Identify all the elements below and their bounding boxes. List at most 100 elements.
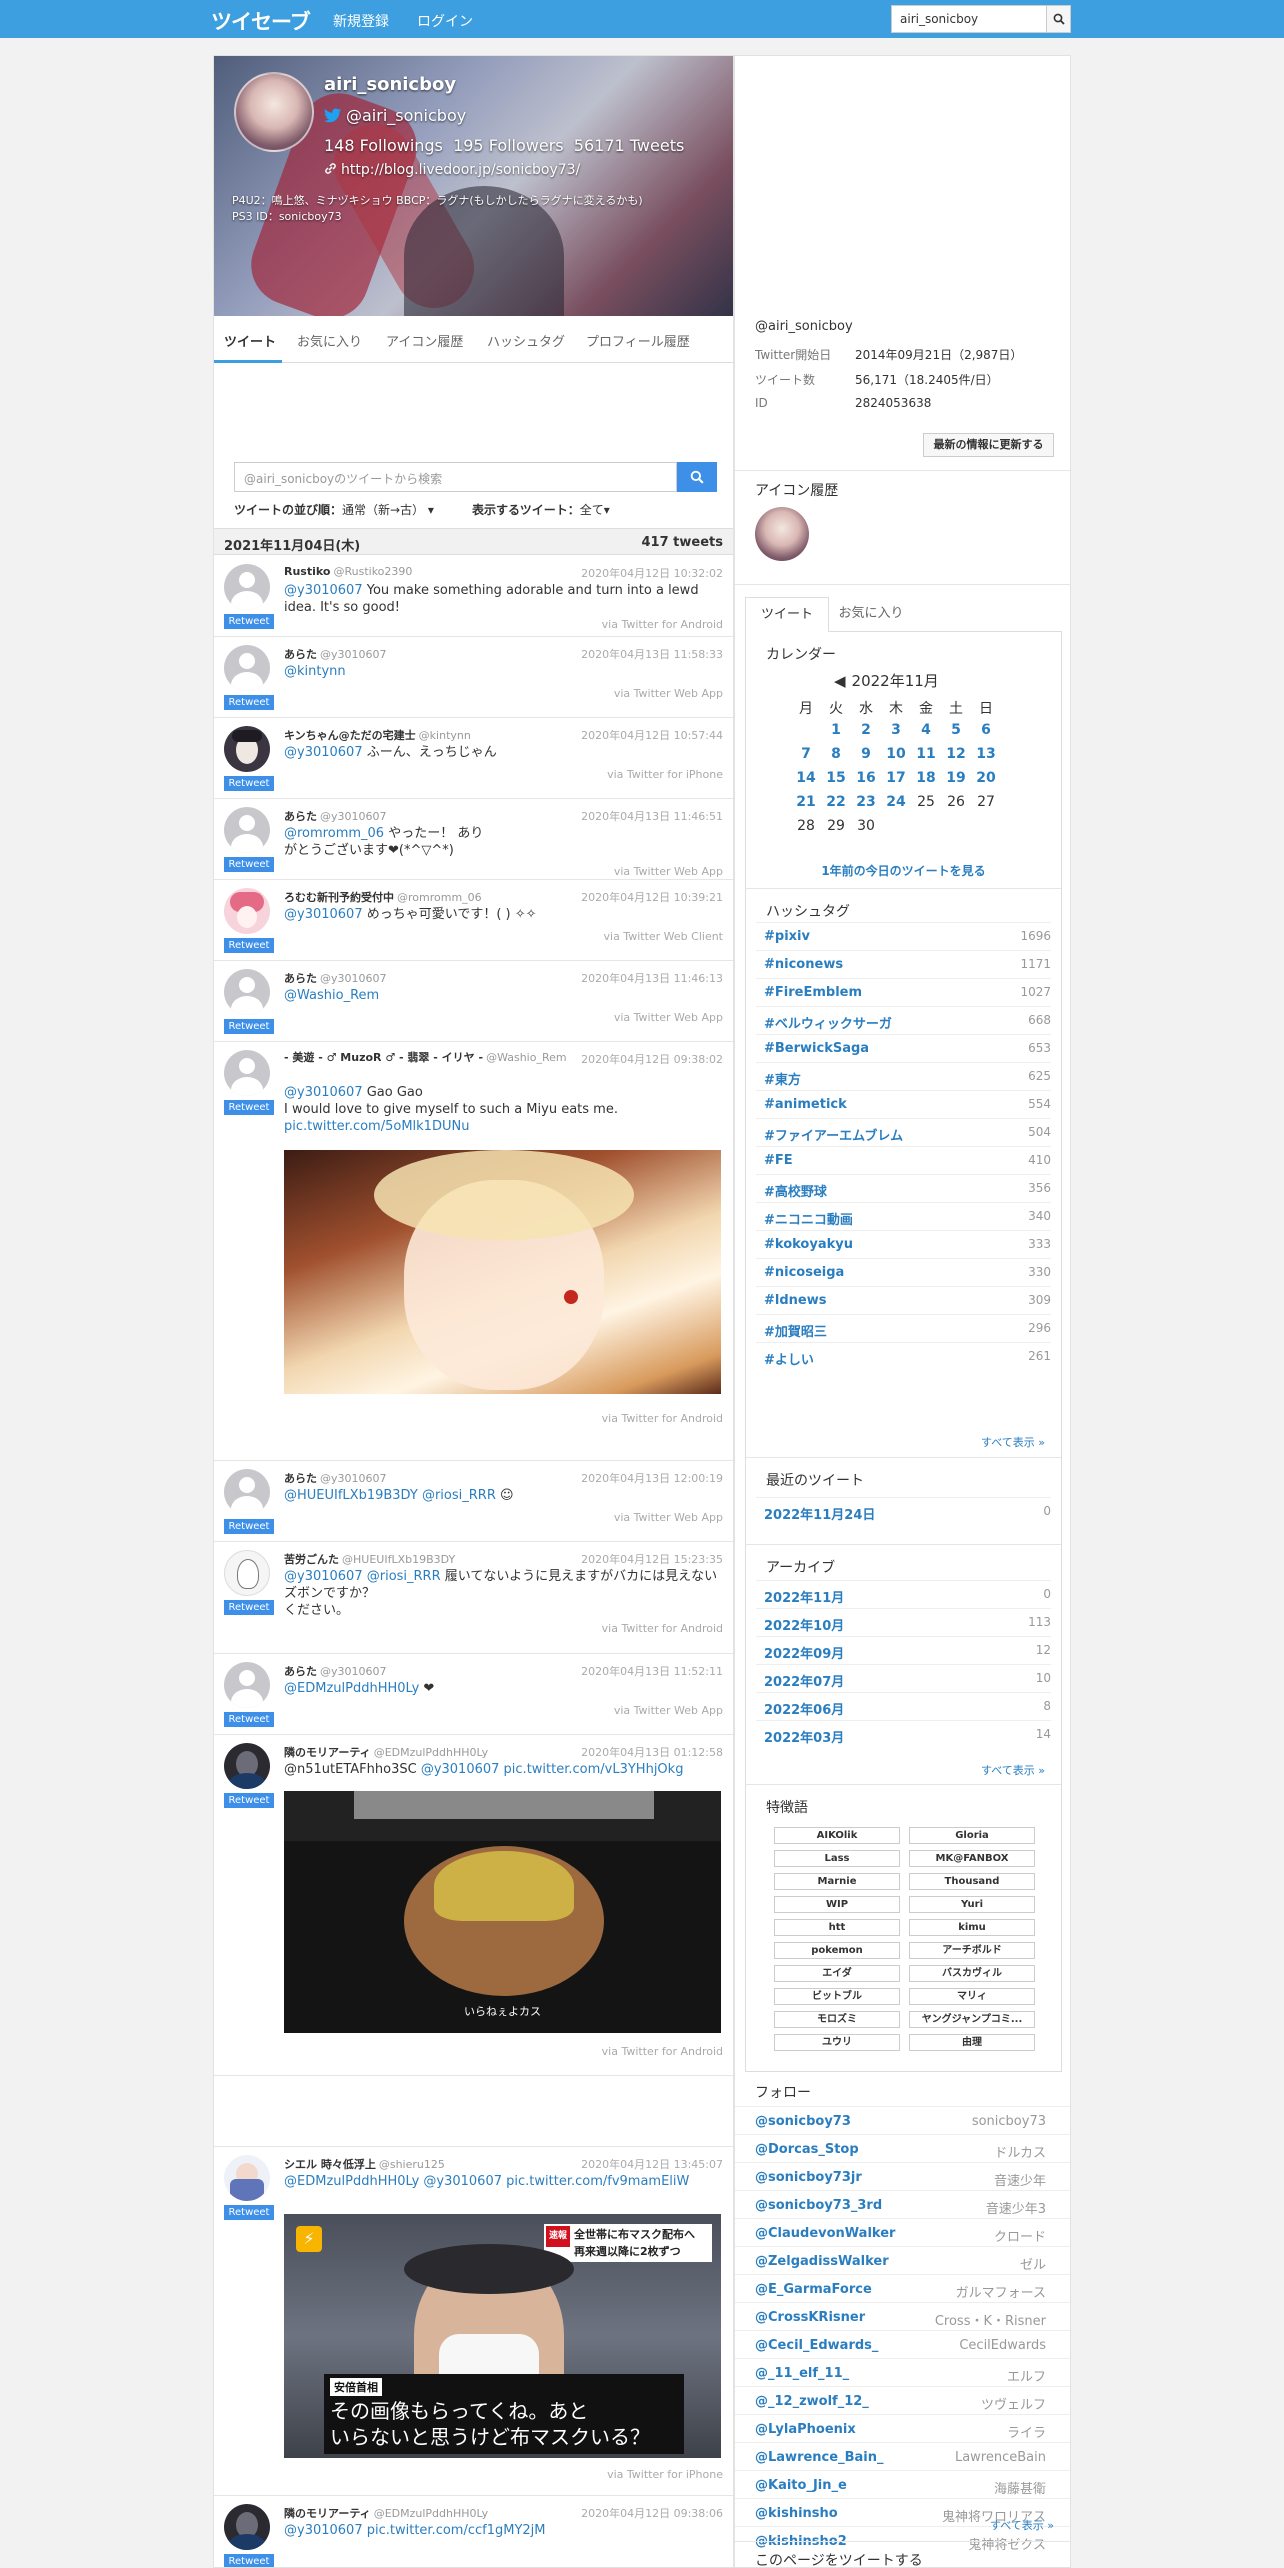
follow-item[interactable]: @sonicboy73 sonicboy73 (735, 2106, 1070, 2134)
keyword-tag[interactable]: Gloria (909, 1827, 1035, 1844)
tweet-time[interactable]: 2020年04月12日 10:57:44 (581, 727, 723, 743)
mention-link[interactable]: @y3010607 (421, 1762, 500, 1777)
mention-link[interactable]: @y3010607 (284, 1569, 363, 1584)
keyword-tag[interactable]: エイダ (774, 1965, 900, 1982)
keyword-tag[interactable]: AIKOlik (774, 1827, 900, 1844)
tweet-item[interactable]: Retweet あらた @y3010607 2020年04月13日 11:46:1… (214, 961, 733, 1042)
archive-item[interactable]: 2022年06月 8 (756, 1692, 1051, 1720)
user-avatar[interactable] (224, 1550, 270, 1596)
tweet-author[interactable]: あらた @y3010607 (284, 970, 387, 986)
update-button[interactable]: 最新の情報に更新する (923, 433, 1054, 457)
hashtag-item[interactable]: #FireEmblem 1027 (756, 978, 1051, 1006)
hashtag-item[interactable]: #高校野球 356 (756, 1174, 1051, 1202)
calendar-day[interactable]: 15 (821, 770, 851, 786)
timeline-search-input[interactable]: @airi_sonicboyのツイートから検索 (234, 462, 677, 492)
tweet-time[interactable]: 2020年04月13日 11:46:13 (581, 970, 723, 986)
calendar-day[interactable]: 11 (911, 746, 941, 762)
calendar-day[interactable]: 3 (881, 722, 911, 738)
tweet-time[interactable]: 2020年04月13日 12:00:19 (581, 1470, 723, 1486)
calendar-day[interactable]: 14 (791, 770, 821, 786)
mention-link[interactable]: @EDMzulPddhHH0Ly (284, 1681, 419, 1696)
tweet-author[interactable]: あらた @y3010607 (284, 646, 387, 662)
follow-item[interactable]: @ZelgadissWalker ゼル (735, 2246, 1070, 2274)
keyword-tag[interactable]: kimu (909, 1919, 1035, 1936)
follow-item[interactable]: @ClaudevonWalker クロード (735, 2218, 1070, 2246)
hashtag-item[interactable]: #ファイアーエムブレム 504 (756, 1118, 1051, 1146)
tweet-video[interactable]: いらねぇよカス (284, 1791, 721, 2033)
follow-item[interactable]: @Kaito_Jin_e 海藤甚衛 (735, 2470, 1070, 2498)
calendar-day[interactable]: 22 (821, 794, 851, 810)
sidebar-tab-tweets[interactable]: ツイート (745, 597, 829, 633)
tweet-time[interactable]: 2020年04月13日 01:12:58 (581, 1744, 723, 1760)
hashtag-item[interactable]: #niconews 1171 (756, 950, 1051, 978)
calendar-day[interactable]: 18 (911, 770, 941, 786)
tweet-item[interactable]: Retweet - 美遊 - ♂ MuzoR ♂ - 翡翠 - イリヤ - @Wa… (214, 1042, 733, 1461)
archive-item[interactable]: 2022年03月 14 (756, 1720, 1051, 1748)
recent-item[interactable]: 2022年11月24日 0 (756, 1497, 1051, 1525)
calendar-day[interactable]: 5 (941, 722, 971, 738)
keyword-tag[interactable]: Marnie (774, 1873, 900, 1890)
tab-profile-history[interactable]: プロフィール履歴 (586, 331, 690, 350)
hashtag-item[interactable]: #FE 410 (756, 1146, 1051, 1174)
tweet-author[interactable]: Rustiko @Rustiko2390 (284, 565, 412, 578)
user-avatar[interactable] (224, 1469, 270, 1515)
mention-link[interactable]: @riosi_RRR (422, 1488, 496, 1503)
keyword-tag[interactable]: モロズミ (774, 2011, 900, 2028)
filter-dropdown[interactable]: 表示するツイート：全て▾ (472, 501, 610, 518)
profile-handle[interactable]: @airi_sonicboy (324, 106, 466, 125)
hashtag-more-link[interactable]: すべて表示 » (981, 1434, 1045, 1450)
user-avatar[interactable] (224, 1662, 270, 1708)
last-year-link[interactable]: 1年前の今日のツイートを見る (746, 862, 1061, 879)
tweet-time[interactable]: 2020年04月12日 13:45:07 (581, 2156, 723, 2172)
media-link[interactable]: pic.twitter.com/vL3YHhjOkg (504, 1762, 684, 1777)
tab-favorites[interactable]: お気に入り (297, 331, 362, 350)
tweet-item[interactable]: Retweet 苦労ごんた @HUEUIfLXb19B3DY 2020年04月12… (214, 1542, 733, 1654)
tweet-time[interactable]: 2020年04月13日 11:46:51 (581, 808, 723, 824)
tweet-item[interactable]: Retweet あらた @y3010607 2020年04月13日 11:52:1… (214, 1654, 733, 1735)
tweet-author[interactable]: あらた @y3010607 (284, 808, 387, 824)
follow-item[interactable]: @Lawrence_Bain_ LawrenceBain (735, 2442, 1070, 2470)
tweet-item[interactable]: Retweet ろむむ新刊予約受付中 @romromm_06 2020年04月12… (214, 880, 733, 961)
mention-link[interactable]: @EDMzulPddhHH0Ly (284, 2174, 419, 2189)
hashtag-item[interactable]: #kokoyakyu 333 (756, 1230, 1051, 1258)
signup-link[interactable]: 新規登録 (333, 11, 389, 31)
hashtag-item[interactable]: #BerwickSaga 653 (756, 1034, 1051, 1062)
timeline-search-button[interactable] (677, 462, 717, 492)
tweet-author[interactable]: - 美遊 - ♂ MuzoR ♂ - 翡翠 - イリヤ - @Washio_Rem (284, 1051, 584, 1065)
media-link[interactable]: pic.twitter.com/ccf1gMY2jM (367, 2523, 546, 2538)
tweet-time[interactable]: 2020年04月13日 11:58:33 (581, 646, 723, 662)
calendar-day[interactable]: 10 (881, 746, 911, 762)
hashtag-item[interactable]: #加賀昭三 296 (756, 1314, 1051, 1342)
tweet-item[interactable]: Retweet あらた @y3010607 2020年04月13日 12:00:1… (214, 1461, 733, 1542)
keyword-tag[interactable]: WIP (774, 1896, 900, 1913)
keyword-tag[interactable]: アーチボルド (909, 1942, 1035, 1959)
calendar-day[interactable]: 12 (941, 746, 971, 762)
prev-month-icon[interactable]: ◀ (834, 672, 846, 690)
tweet-time[interactable]: 2020年04月12日 09:38:02 (581, 1051, 723, 1067)
user-avatar[interactable] (224, 969, 270, 1015)
hashtag-item[interactable]: #ベルウィックサーガ 668 (756, 1006, 1051, 1034)
keyword-tag[interactable]: ヤングジャンプコミ... (909, 2011, 1035, 2028)
mention-link[interactable]: @Washio_Rem (284, 988, 379, 1003)
tweet-item[interactable]: Retweet あらた @y3010607 2020年04月13日 11:58:3… (214, 637, 733, 718)
follow-item[interactable]: @sonicboy73jr 音速少年 (735, 2162, 1070, 2190)
keyword-tag[interactable]: マリィ (909, 1988, 1035, 2005)
calendar-day[interactable]: 20 (971, 770, 1001, 786)
hashtag-item[interactable]: #animetick 554 (756, 1090, 1051, 1118)
follow-item[interactable]: @sonicboy73_3rd 音速少年3 (735, 2190, 1070, 2218)
follow-item[interactable]: @E_GarmaForce ガルマフォース (735, 2274, 1070, 2302)
calendar-day[interactable]: 1 (821, 722, 851, 738)
tweet-item[interactable]: Retweet Rustiko @Rustiko2390 2020年04月12日 … (214, 556, 733, 637)
tab-hashtags[interactable]: ハッシュタグ (487, 331, 565, 350)
user-avatar[interactable] (224, 1050, 270, 1096)
tweet-image[interactable] (284, 1150, 721, 1394)
calendar-day[interactable]: 7 (791, 746, 821, 762)
sort-order-dropdown[interactable]: ツイートの並び順：通常（新→古） ▾ (234, 501, 434, 518)
calendar-day[interactable]: 13 (971, 746, 1001, 762)
keyword-tag[interactable]: pokemon (774, 1942, 900, 1959)
follow-item[interactable]: @_11_elf_11_ エルフ (735, 2358, 1070, 2386)
tweet-item[interactable]: Retweet 隣のモリアーティ @EDMzulPddhHH0Ly 2020年04… (214, 1735, 733, 2076)
tweet-author[interactable]: ろむむ新刊予約受付中 @romromm_06 (284, 889, 482, 905)
mention-link[interactable]: @kintynn (284, 664, 346, 679)
calendar-day[interactable]: 23 (851, 794, 881, 810)
